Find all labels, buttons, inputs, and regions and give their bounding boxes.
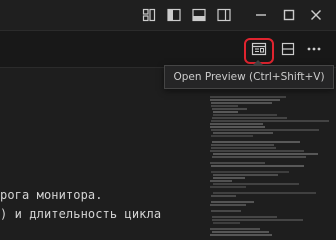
minimap-line (210, 228, 260, 230)
minimap-line (212, 216, 277, 218)
minimap-line (213, 174, 278, 176)
minimap-line (212, 108, 247, 110)
minimap-line (211, 129, 319, 131)
minimap-line (210, 234, 272, 236)
minimap-line (213, 183, 299, 185)
close-icon[interactable] (306, 5, 326, 25)
minimap-line (211, 195, 236, 197)
minimap-line (212, 219, 303, 221)
code-line: ) и длительность цикла (0, 207, 162, 221)
minimap-line (210, 99, 280, 101)
minimap-line (210, 123, 263, 125)
minimap-line (211, 102, 272, 104)
minimap-line (210, 126, 265, 128)
minimap-line (213, 192, 316, 194)
minimap-line (212, 231, 269, 233)
minimap-line (213, 153, 318, 155)
minimap-line (213, 132, 273, 134)
minimap[interactable] (210, 94, 336, 240)
minimap-line (211, 165, 304, 167)
minimap-line (213, 111, 238, 113)
minimap-line (212, 156, 306, 158)
toggle-secondary-sidebar-icon[interactable] (214, 5, 234, 25)
split-editor-button[interactable] (277, 39, 299, 61)
minimize-icon[interactable] (251, 5, 271, 25)
minimap-line (210, 96, 286, 98)
split-editor-icon (281, 41, 295, 60)
minimap-line (212, 141, 300, 143)
minimap-line (210, 180, 232, 182)
minimap-line (210, 186, 246, 188)
minimap-line (213, 177, 245, 179)
toggle-panel-icon[interactable] (189, 5, 209, 25)
more-actions-icon (306, 41, 322, 60)
minimap-line (213, 114, 277, 116)
minimap-line (212, 117, 287, 119)
minimap-line (211, 105, 238, 107)
minimap-line (211, 120, 329, 122)
minimap-line (210, 150, 304, 152)
minimap-line (211, 201, 254, 203)
minimap-line (211, 210, 241, 212)
editor-toolbar (0, 31, 336, 68)
customize-layout-icon[interactable] (139, 5, 159, 25)
more-actions-button[interactable] (303, 39, 325, 61)
minimap-line (211, 147, 276, 149)
minimap-line (211, 144, 274, 146)
vscode-window: рога монитора. ) и длительность цикла Op… (0, 0, 336, 240)
minimap-line (211, 171, 289, 173)
open-preview-tooltip: Open Preview (Ctrl+Shift+V) (164, 65, 334, 89)
minimap-line (211, 135, 253, 137)
minimap-line (210, 162, 265, 164)
toggle-primary-sidebar-icon[interactable] (164, 5, 184, 25)
tooltip-text: Open Preview (Ctrl+Shift+V) (173, 71, 325, 83)
title-bar (0, 0, 336, 31)
maximize-icon[interactable] (279, 5, 299, 25)
code-line: рога монитора. (0, 188, 103, 202)
minimap-line (210, 204, 246, 206)
minimap-line (213, 222, 240, 224)
